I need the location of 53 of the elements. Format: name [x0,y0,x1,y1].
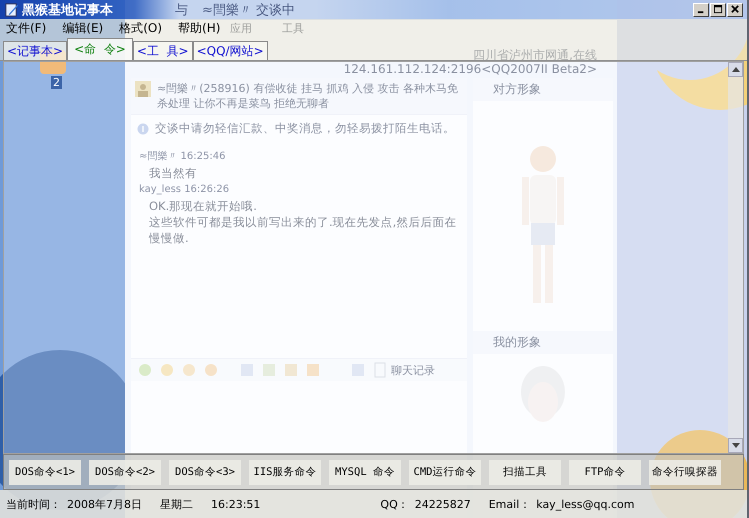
menu-item[interactable]: 编辑(E) [62,20,104,36]
command-button[interactable]: DOS命令<1> [9,460,81,484]
panel-header: 我的形象 [473,331,613,354]
date-text: 2008年7月8日 [67,496,142,512]
tab[interactable]: <QQ/网站> [192,41,268,60]
qq-number: 24225827 [414,498,471,510]
email-address: kay_less@qq.com [536,498,634,510]
command-button[interactable]: IIS服务命令 [249,460,321,484]
maximize-icon [714,5,722,14]
scroll-down-button[interactable] [728,438,743,453]
minimize-button[interactable] [693,2,709,16]
menu-item[interactable]: 帮助(H) [178,20,220,36]
command-button[interactable]: DOS命令<2> [89,460,161,484]
banner-text: ≈閆樂〃(258916) 有偿收徒 挂马 抓鸡 入侵 攻击 各种木马免杀处理 让你不再是菜鸟 拒绝无聊者 [157,81,459,111]
window-title: 黑猴基地记事本 [22,2,113,18]
qq-label: QQ： [380,496,409,512]
weekday-text: 星期二 [160,496,193,512]
notice-text: 交谈中请勿轻信汇款、中奖消息，勿轻易拨打陌生电话。 [155,121,455,136]
avatar-icon [135,81,151,97]
tab[interactable]: <命 令> [67,38,133,60]
chat-title: ≈閆樂〃 交谈中 [202,2,296,19]
info-icon [137,122,149,134]
contact-address: 124.161.112.124:2196<QQ2007II Beta2> [344,62,597,76]
desktop-icon-label: 2 [51,76,62,89]
chat-title-prefix: 与 [175,2,188,19]
command-button[interactable]: DOS命令<3> [169,460,241,484]
panel-header: 对方形象 [473,78,613,101]
command-button[interactable]: FTP命令 [569,460,641,484]
down-arrow-icon [732,443,740,448]
menu-item[interactable]: 文件(F) [6,20,46,36]
email-label: Email： [488,496,530,512]
up-arrow-icon [732,67,740,72]
tab[interactable]: <记事本> [3,41,68,60]
message-text: 这些软件可都是我以前写出来的了.现在先发点,然后后面在慢慢做. [148,214,458,246]
close-button[interactable] [727,2,743,16]
message-text: 我当然有 [148,165,198,181]
close-icon [730,5,740,14]
command-button[interactable]: 命令行嗅探器 [649,460,721,484]
menu-item[interactable]: 格式(O) [119,20,162,36]
message-text: OK.那现在就开始哦. [148,198,258,214]
text-area[interactable] [3,61,744,454]
message-header: ≈閆樂〃 16:25:46 [139,150,226,164]
tab[interactable]: <工 具> [132,41,193,60]
command-button[interactable]: 扫描工具 [489,460,561,484]
command-button[interactable]: CMD运行命令 [409,460,481,484]
command-button[interactable]: MYSQL 命令 [329,460,401,484]
message-header: kay_less 16:26:26 [139,183,230,197]
maximize-button[interactable] [710,2,726,16]
notepad-icon [4,2,19,17]
scrollbar[interactable] [728,62,743,453]
scroll-up-button[interactable] [728,62,743,77]
time-label: 当前时间： [6,496,61,512]
time-text: 16:23:51 [211,498,260,510]
